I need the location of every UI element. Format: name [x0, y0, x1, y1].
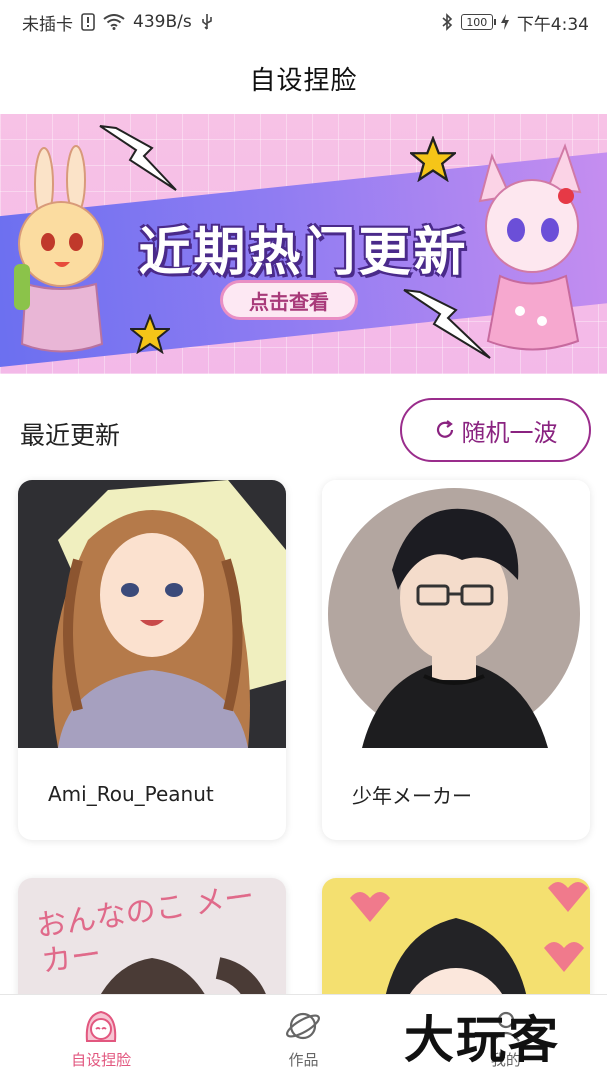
curly-hair-girl-illustration: [52, 480, 286, 748]
planet-icon: [286, 1012, 321, 1040]
wifi-icon: [103, 14, 125, 30]
maker-thumbnail: [18, 480, 286, 748]
clock: 下午4:34: [516, 14, 589, 35]
bluetooth-icon: [441, 13, 453, 31]
sim-alert-icon: [81, 13, 95, 31]
battery-level: 100: [466, 15, 488, 29]
charging-icon: [500, 14, 509, 30]
section-title: 最近更新: [20, 421, 121, 450]
banner-title: 近期热门更新: [138, 223, 469, 283]
tab-label: 作品: [288, 1051, 319, 1069]
maker-card-title: Ami_Rou_Peanut: [48, 782, 214, 806]
recent-section-header: 最近更新 随机一波: [0, 398, 607, 464]
maker-card-title: 少年メーカー: [352, 783, 472, 808]
tab-face-maker[interactable]: 自设捏脸: [0, 995, 202, 1080]
maker-thumbnail: [322, 480, 590, 748]
refresh-icon: [436, 420, 453, 438]
status-bar: 未插卡 439B/s 100 下午4:34: [0, 0, 607, 44]
tab-label: 自设捏脸: [71, 1051, 132, 1069]
star-icon: [130, 314, 170, 354]
lightning-icon: [403, 289, 491, 359]
face-icon: [85, 1010, 117, 1042]
promo-banner[interactable]: 近期热门更新 点击查看: [0, 114, 607, 374]
maker-card[interactable]: 少年メーカー: [322, 480, 590, 840]
battery-icon: 100: [460, 14, 496, 30]
star-icon: [410, 136, 456, 182]
carrier-label: 未插卡: [22, 14, 73, 35]
lightning-icon: [99, 125, 177, 191]
random-button[interactable]: 随机一波: [400, 398, 591, 462]
watermark-logo: 大玩客: [404, 1010, 560, 1069]
app-header: 自设捏脸: [0, 44, 607, 112]
random-button-label: 随机一波: [461, 418, 558, 447]
network-speed: 439B/s: [133, 12, 192, 32]
usb-icon: [200, 13, 214, 31]
page-title: 自设捏脸: [249, 65, 358, 96]
glasses-boy-illustration: [328, 488, 580, 748]
banner-view-button[interactable]: 点击查看: [220, 280, 358, 320]
tab-works[interactable]: 作品: [202, 995, 404, 1080]
maker-card[interactable]: Ami_Rou_Peanut: [18, 480, 286, 840]
